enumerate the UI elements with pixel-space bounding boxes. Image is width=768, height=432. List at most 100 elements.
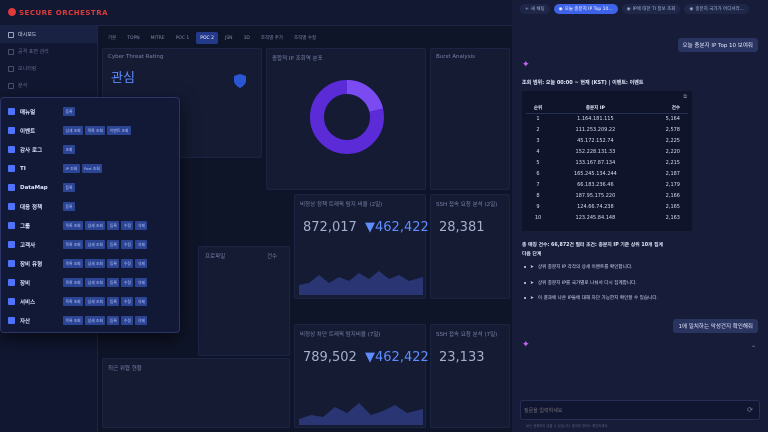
sidebar-item-analysis[interactable]: 분석 (0, 77, 97, 94)
tab-basic[interactable]: 기본 (104, 32, 120, 44)
menu-item-label: 대응 정책 (20, 204, 43, 211)
chat-tab[interactable]: ◉ IP에 대한 TI 정보 조회 (621, 4, 681, 14)
next-steps-title: 다음 단계 (522, 252, 542, 257)
panel-title: 종합적 IP 조회역 분포 (272, 56, 323, 62)
menu-item-icon (8, 260, 15, 267)
permission-chip[interactable]: Port 조회 (81, 164, 103, 173)
bullet (524, 282, 526, 284)
recent-threat-panel: 최근 위협 현황 (102, 358, 290, 428)
table-cell-ip: 45.172.152.74 (577, 137, 614, 144)
tab-org-edit[interactable]: 조직별 수정 (290, 32, 320, 44)
table-cell-rank: 8 (536, 192, 540, 199)
suggestion-item[interactable]: ➤ 이 결과에 나온 IP들에 대해 차단 가능한지 확인할 수 있습니다. (524, 295, 658, 301)
table-row: 5 133.167.87.134 2,215 (526, 157, 688, 168)
tab-3d[interactable]: 3D (240, 32, 254, 44)
permission-chip[interactable]: 목록 조회 (63, 221, 84, 230)
copy-icon[interactable]: ⧉ (683, 94, 687, 100)
permission-chips: 조회 (63, 145, 75, 154)
permission-chip[interactable]: 삭제 (135, 297, 148, 306)
permission-chip[interactable]: 목록 조회 (85, 126, 106, 135)
chat-input[interactable] (524, 403, 734, 418)
permission-chip[interactable]: 수정 (121, 221, 134, 230)
menu-item-icon (8, 279, 15, 286)
permission-chip[interactable]: 상세 조회 (85, 297, 106, 306)
suggestion-item[interactable]: ➤ 상위 충분지 IP 각각의 상세 이벤트를 확인합니다. (524, 264, 633, 270)
permission-chip[interactable]: 수정 (121, 278, 134, 287)
tab-topn[interactable]: TOPN (123, 32, 143, 44)
tab-poc2[interactable]: POC 2 (196, 32, 218, 44)
total-count: 28,381 (439, 220, 485, 235)
profile-panel: 프로파일 건수 (198, 246, 290, 356)
sidebar-item-asm[interactable]: 공격 표면 관리 (0, 43, 97, 60)
permission-chip[interactable]: 수정 (121, 240, 134, 249)
result-table-box: ⧉ 순위 충분지 IP 건수 1 1.164.181.115 5,164 2 111.2… (522, 91, 692, 231)
expand-chevron-icon[interactable]: ⌄ (751, 342, 756, 349)
permission-chips: 등록 (63, 107, 75, 116)
tab-mitre[interactable]: MITRE (147, 32, 169, 44)
chat-icon: ◉ (626, 6, 631, 12)
permission-chip[interactable]: 등록 (107, 316, 120, 325)
panel-title: 비정상 차단 트래픽 탐지비율 (7일) (300, 332, 381, 338)
tab-label: 충분지 국가가 어디서라... (695, 7, 744, 12)
permission-chips: 상세 조회 목록 조회 이벤트 조회 (63, 126, 132, 135)
permission-chip[interactable]: 조회 (63, 145, 75, 154)
menu-item-icon (8, 222, 15, 229)
suggestion-item[interactable]: ➤ 상위 충분지 IP를 국가별로 나눠서 다시 집계합니다. (524, 280, 637, 286)
permission-chip[interactable]: 등록 (63, 183, 75, 192)
permission-chip[interactable]: 목록 조회 (63, 316, 84, 325)
permission-chip[interactable]: 수정 (121, 316, 134, 325)
dashboard-icon (8, 31, 14, 38)
chart-icon (8, 82, 14, 89)
table-cell-cnt: 2,578 (665, 126, 680, 133)
permission-chip[interactable]: 등록 (63, 202, 75, 211)
tab-jsn[interactable]: JSN (221, 32, 237, 44)
tab-label: 새 채팅 (530, 7, 545, 12)
table-cell-cnt: 2,225 (665, 137, 680, 144)
table-row: 8 187.95.175.220 2,166 (526, 190, 688, 201)
sidebar-item-dashboard[interactable]: 대시보드 (0, 26, 97, 43)
menu-item-label: 감사 로그 (20, 147, 43, 154)
table-cell-rank: 10 (534, 214, 542, 221)
menu-item-label: 서비스 (20, 299, 36, 306)
chat-tab-active[interactable]: ◉ 오늘 충분지 IP Top 10... (553, 4, 618, 14)
summary-text: 총 매칭 건수: 66,872건 필터 조건: 충분지 IP 기준 상위 10개… (522, 243, 663, 248)
permission-chip[interactable]: 삭제 (135, 259, 148, 268)
permission-chip[interactable]: 수정 (121, 297, 134, 306)
send-icon: ➤ (530, 295, 534, 301)
permission-chip[interactable]: 삭제 (135, 316, 148, 325)
permission-chip[interactable]: 상세 조회 (85, 316, 106, 325)
permission-chip[interactable]: 삭제 (135, 278, 148, 287)
permission-chip[interactable]: 목록 조회 (63, 297, 84, 306)
permission-chip[interactable]: 상세 조회 (85, 221, 106, 230)
permission-chip[interactable]: 상세 조회 (85, 259, 106, 268)
permission-chip[interactable]: 등록 (107, 278, 120, 287)
permission-chip[interactable]: 등록 (107, 297, 120, 306)
permission-chips: 목록 조회 상세 조회 등록 수정 삭제 (63, 240, 148, 249)
app-logo[interactable]: SECURE ORCHESTRA (8, 8, 108, 17)
ssh-7d-panel: SSH 접속 요청 분석 (7일) 23,133 (430, 324, 510, 428)
permission-chip[interactable]: 목록 조회 (63, 259, 84, 268)
permission-chip[interactable]: 목록 조회 (63, 240, 84, 249)
permission-chip[interactable]: 이벤트 조회 (107, 126, 132, 135)
permission-chip[interactable]: 목록 조회 (63, 278, 84, 287)
permission-chip[interactable]: 삭제 (135, 221, 148, 230)
new-chat-tab[interactable]: + 새 채팅 (520, 4, 550, 14)
permission-chip[interactable]: 상세 조회 (63, 126, 84, 135)
permission-chip[interactable]: 삭제 (135, 240, 148, 249)
permission-chip[interactable]: 수정 (121, 259, 134, 268)
panel-title: 비정상 정책 트래픽 탐지 비율 (2일) (300, 202, 383, 208)
permission-chip[interactable]: 상세 조회 (85, 278, 106, 287)
permission-chip[interactable]: 등록 (107, 221, 120, 230)
tab-org-add[interactable]: 조직별 추가 (257, 32, 287, 44)
permission-chip[interactable]: IP 조회 (63, 164, 80, 173)
monitor-icon (8, 65, 14, 72)
sidebar-item-monitoring[interactable]: 모니터링 (0, 60, 97, 77)
tab-poc1[interactable]: POC 1 (172, 32, 194, 44)
permission-chip[interactable]: 상세 조회 (85, 240, 106, 249)
permission-chip[interactable]: 등록 (107, 259, 120, 268)
send-icon[interactable]: ⟳ (747, 406, 753, 414)
chat-tab[interactable]: ◉ 충분지 국가가 어디서라... (684, 4, 749, 14)
table-header-count: 건수 (640, 103, 688, 114)
permission-chip[interactable]: 등록 (107, 240, 120, 249)
permission-chip[interactable]: 등록 (63, 107, 75, 116)
